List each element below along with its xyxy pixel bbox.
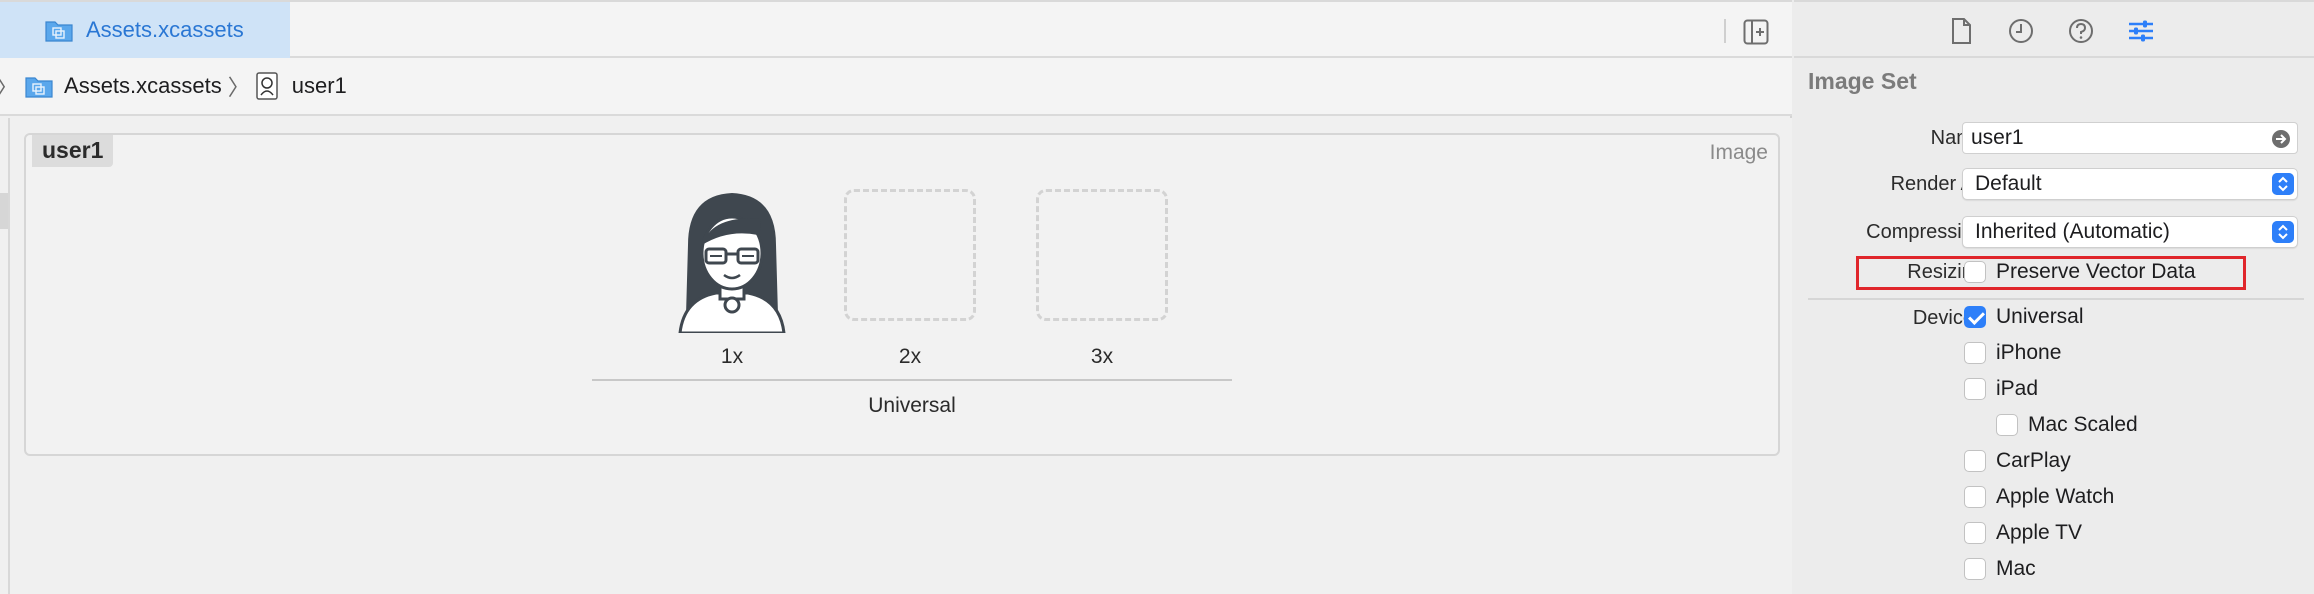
tab-assets[interactable]: Assets.xcassets xyxy=(0,2,290,58)
slot-1x[interactable] xyxy=(666,189,798,333)
preserve-vector-data-label: Preserve Vector Data xyxy=(1996,260,2196,283)
popup-chevrons-icon xyxy=(2272,173,2294,195)
tab-label: Assets.xcassets xyxy=(86,17,244,42)
popup-chevrons-icon xyxy=(2272,221,2294,243)
render-as-value: Default xyxy=(1975,172,2042,195)
checkbox[interactable] xyxy=(1964,261,1986,283)
slot-label-2x: 2x xyxy=(898,345,922,368)
slot-label-3x: 3x xyxy=(1090,345,1114,368)
slot-3x[interactable] xyxy=(1036,189,1168,329)
chevron-right-icon: 〉 xyxy=(227,75,250,100)
preserve-vector-data-checkbox[interactable]: Preserve Vector Data xyxy=(1964,260,2196,284)
xcode-window: Assets.xcassets 〉 Assets.xcassets 〉 xyxy=(0,0,2314,594)
name-field[interactable]: user1 xyxy=(1962,122,2298,154)
slot-label-1x: 1x xyxy=(720,345,744,368)
breadcrumb-item-assets[interactable]: Assets.xcassets xyxy=(24,73,222,99)
render-as-popup[interactable]: Default xyxy=(1962,168,2298,200)
checkbox[interactable] xyxy=(1964,342,1986,364)
inspector-panel: Image Set Name user1 Render As Default C… xyxy=(1794,0,2314,594)
device-apple-watch[interactable]: Apple Watch xyxy=(1964,485,2114,509)
file-icon[interactable] xyxy=(1946,16,1976,46)
device-carplay[interactable]: CarPlay xyxy=(1964,449,2071,473)
device-apple-tv[interactable]: Apple TV xyxy=(1964,521,2082,545)
folder-icon xyxy=(45,21,73,42)
asset-canvas: user1 Image 1x 2x 3x Universal xyxy=(8,118,1792,594)
slot-group-divider xyxy=(592,379,1232,381)
image-set-icon xyxy=(256,72,278,100)
name-field-value: user1 xyxy=(1971,126,2024,149)
user-avatar-icon xyxy=(678,193,786,333)
toolbar-separator xyxy=(1724,19,1726,43)
add-editor-icon[interactable] xyxy=(1743,19,1769,45)
device-label: CarPlay xyxy=(1996,449,2071,472)
checkbox[interactable] xyxy=(1964,450,1986,472)
device-label: Apple Watch xyxy=(1996,485,2115,508)
checkbox[interactable] xyxy=(1964,558,1986,580)
device-label: iPhone xyxy=(1996,341,2062,364)
image-set-name: user1 xyxy=(32,135,114,167)
checkbox[interactable] xyxy=(1964,486,1986,508)
checkbox-checked[interactable] xyxy=(1964,306,1986,328)
inspector-section-title: Image Set xyxy=(1808,68,1917,94)
asset-editor: Assets.xcassets 〉 Assets.xcassets 〉 xyxy=(0,0,1792,594)
device-ipad[interactable]: iPad xyxy=(1964,377,2038,401)
section-divider xyxy=(1808,298,2304,300)
empty-slot-placeholder xyxy=(1036,189,1168,321)
device-label: Mac xyxy=(1996,557,2036,580)
checkbox[interactable] xyxy=(1964,378,1986,400)
device-label: Mac Scaled xyxy=(2028,413,2138,436)
breadcrumb-item-user1[interactable]: user1 xyxy=(256,72,347,100)
device-label: iPad xyxy=(1996,377,2039,400)
inspector-tabs xyxy=(1794,0,2314,58)
breadcrumb: 〉 Assets.xcassets 〉 user1 xyxy=(0,58,1792,116)
folder-icon xyxy=(25,77,53,98)
question-icon[interactable] xyxy=(2066,16,2096,46)
clock-icon[interactable] xyxy=(2006,16,2036,46)
slot-group-label: Universal xyxy=(868,394,956,417)
tab-bar: Assets.xcassets xyxy=(0,0,1792,58)
breadcrumb-label: user1 xyxy=(291,73,347,98)
compression-popup[interactable]: Inherited (Automatic) xyxy=(1962,216,2298,248)
image-set-kind: Image xyxy=(1709,141,1768,164)
device-label: Apple TV xyxy=(1996,521,2082,544)
device-mac[interactable]: Mac xyxy=(1964,557,2036,581)
device-universal[interactable]: Universal xyxy=(1964,305,2084,329)
device-label: Universal xyxy=(1996,305,2084,328)
checkbox[interactable] xyxy=(1964,522,1986,544)
outline-selection-edge xyxy=(0,193,8,229)
image-set-panel[interactable]: user1 Image 1x 2x 3x Universal xyxy=(24,133,1780,456)
device-iphone[interactable]: iPhone xyxy=(1964,341,2061,365)
device-mac-scaled[interactable]: Mac Scaled xyxy=(1996,413,2138,437)
breadcrumb-label: Assets.xcassets xyxy=(64,73,222,98)
compression-value: Inherited (Automatic) xyxy=(1975,220,2170,243)
empty-slot-placeholder xyxy=(844,189,976,321)
slot-2x[interactable] xyxy=(844,189,976,329)
arrow-right-circle-icon[interactable] xyxy=(2271,129,2291,149)
checkbox[interactable] xyxy=(1996,414,2018,436)
chevron-right-icon: 〉 xyxy=(0,70,18,102)
sliders-icon[interactable] xyxy=(2126,16,2156,46)
